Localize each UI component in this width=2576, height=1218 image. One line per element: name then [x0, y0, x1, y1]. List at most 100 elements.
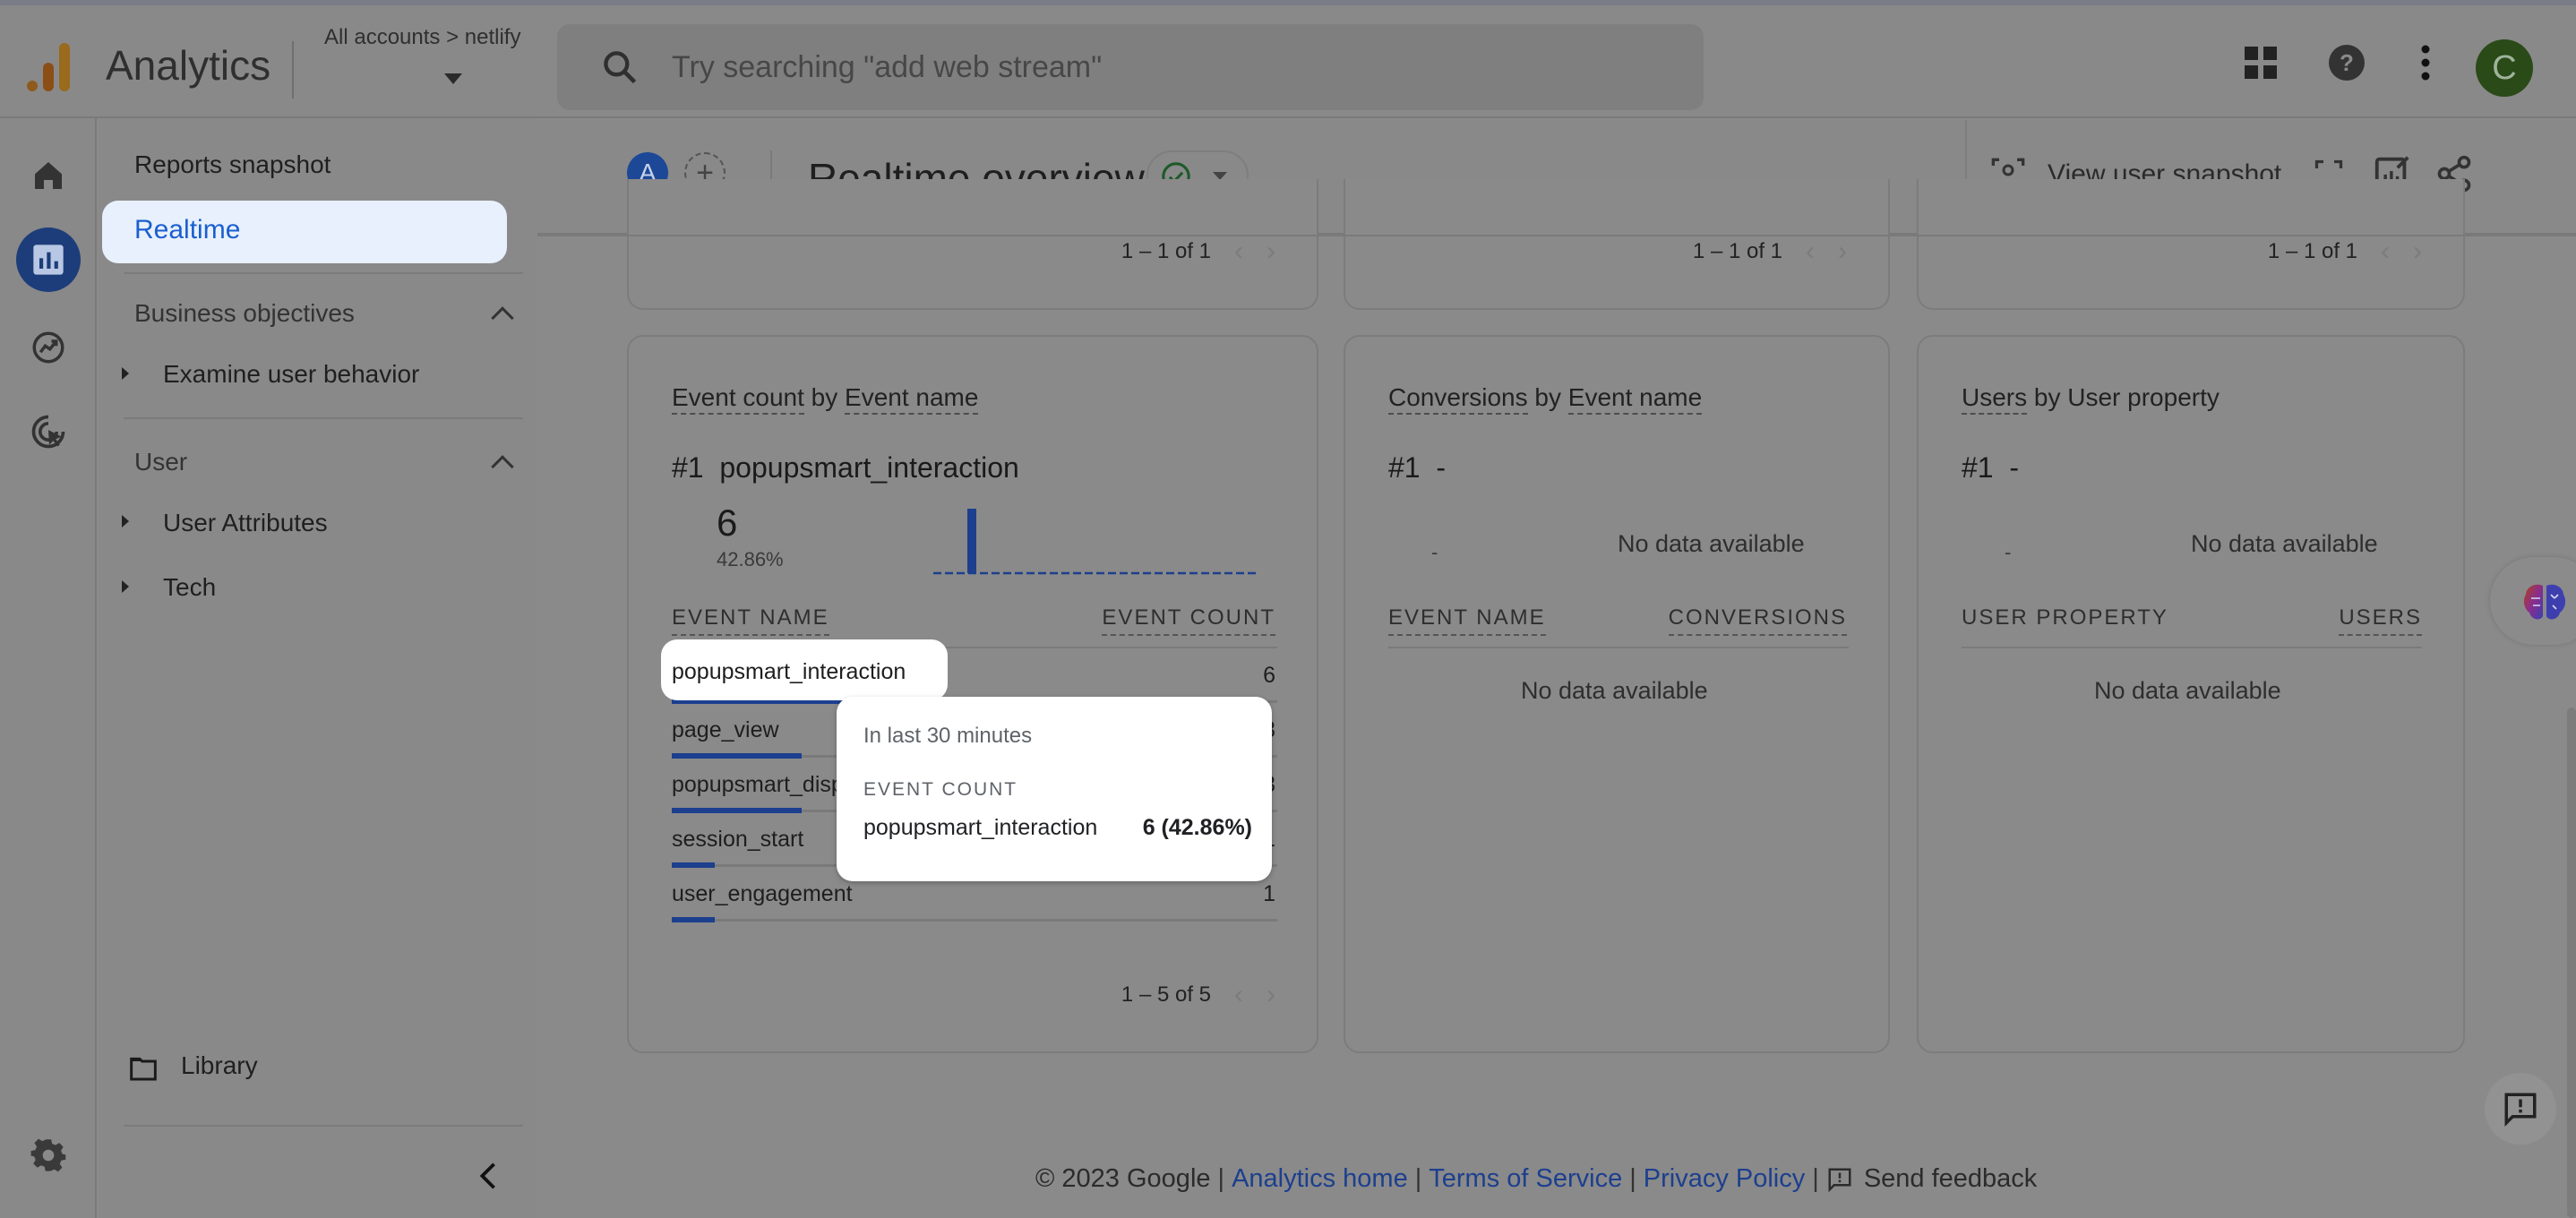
- breadcrumb-account[interactable]: netlify: [465, 25, 521, 49]
- rail-advertising[interactable]: [16, 399, 81, 464]
- search-bar[interactable]: [557, 24, 1704, 110]
- pager: 1 – 5 of 5 ‹ ›: [1121, 980, 1275, 1010]
- analytics-home-link[interactable]: Analytics home: [1232, 1164, 1408, 1194]
- top-item-value: 6: [717, 502, 738, 544]
- top-bar: Analytics All accounts > netlify ? C: [0, 5, 2576, 118]
- event-share-bar: [672, 917, 715, 922]
- help-icon[interactable]: ?: [2323, 39, 2370, 86]
- prev-page-icon[interactable]: ‹: [1234, 980, 1243, 1010]
- rail-explore[interactable]: [16, 315, 81, 380]
- title-by: by: [811, 383, 838, 411]
- chevron-up-icon[interactable]: [491, 306, 514, 330]
- card-users-by-property: Users by User property #1 - - No data av…: [1917, 335, 2465, 1053]
- reports-sidebar: Reports snapshot Realtime Business objec…: [99, 118, 537, 1218]
- breadcrumb-root[interactable]: All accounts: [324, 25, 440, 49]
- event-count-cell: 6: [1263, 663, 1275, 688]
- home-icon: [35, 162, 62, 189]
- event-tooltip: In last 30 minutes EVENT COUNT popupsmar…: [837, 697, 1272, 881]
- chart-no-data: No data available: [2191, 530, 2378, 557]
- sparkline-chart: [933, 509, 1256, 575]
- next-page-icon[interactable]: ›: [1267, 236, 1275, 267]
- prev-page-icon[interactable]: ‹: [1806, 236, 1815, 267]
- page-scrollbar[interactable]: [2567, 708, 2576, 1218]
- account-avatar[interactable]: C: [2476, 39, 2533, 97]
- event-count-cell: 1: [1263, 881, 1275, 906]
- metric-label[interactable]: Event count: [672, 383, 804, 415]
- sidebar-item-user-attributes[interactable]: User Attributes: [163, 509, 328, 537]
- table-no-data: No data available: [2094, 677, 2281, 704]
- rail-reports[interactable]: [16, 227, 81, 292]
- column-header-conversions[interactable]: CONVERSIONS: [1668, 605, 1847, 636]
- breadcrumb-separator: >: [446, 25, 459, 49]
- card-top-1: 1 – 1 of 1 ‹ ›: [627, 179, 1318, 310]
- section-user[interactable]: User: [134, 448, 187, 476]
- sparkline-bar: [967, 509, 976, 573]
- top-item-name: popupsmart_interaction: [719, 451, 1019, 484]
- sidebar-item-tech[interactable]: Tech: [163, 573, 216, 602]
- divider: [292, 41, 294, 99]
- column-header-event-count[interactable]: EVENT COUNT: [1102, 605, 1275, 636]
- metric-label[interactable]: Conversions: [1388, 383, 1528, 415]
- column-header-users[interactable]: USERS: [2339, 605, 2422, 636]
- column-header-event-name[interactable]: EVENT NAME: [672, 605, 829, 636]
- pager-label: 1 – 1 of 1: [1121, 239, 1211, 263]
- next-page-icon[interactable]: ›: [2413, 236, 2422, 267]
- explore-trend-icon: [32, 331, 64, 364]
- card-conversions: Conversions by Event name #1 - - No data…: [1344, 335, 1890, 1053]
- column-header-user-property[interactable]: USER PROPERTY: [1962, 605, 2168, 634]
- chevron-left-icon[interactable]: [477, 1161, 498, 1191]
- column-header-event-name[interactable]: EVENT NAME: [1388, 605, 1546, 636]
- dimension-label[interactable]: Event name: [1567, 383, 1703, 415]
- table-no-data: No data available: [1521, 677, 1708, 704]
- ai-assistant-button[interactable]: [2490, 557, 2576, 645]
- brain-icon: [2523, 584, 2566, 620]
- event-name-cell: page_view: [672, 717, 779, 742]
- tooltip-item-value: 6 (42.86%): [1142, 815, 1252, 840]
- table-divider: [1962, 647, 2422, 648]
- title-by: by: [2033, 383, 2061, 411]
- highlighted-row-chip[interactable]: popupsmart_interaction: [661, 639, 948, 700]
- card-title: Conversions by Event name: [1388, 383, 1703, 415]
- feedback-button[interactable]: [2485, 1073, 2556, 1145]
- copyright: © 2023 Google: [1035, 1164, 1211, 1193]
- event-name-cell: user_engagement: [672, 881, 853, 906]
- sidebar-item-library-label: Library: [181, 1051, 258, 1079]
- feedback-icon: [2504, 1093, 2537, 1127]
- sidebar-item-reports-snapshot[interactable]: Reports snapshot: [134, 150, 331, 179]
- settings-button[interactable]: [16, 1123, 81, 1188]
- apps-grid-icon[interactable]: [2237, 39, 2284, 86]
- divider: [124, 417, 523, 419]
- card-top-2: 1 – 1 of 1 ‹ ›: [1344, 179, 1890, 310]
- privacy-policy-link[interactable]: Privacy Policy: [1644, 1164, 1806, 1194]
- dimension-label[interactable]: Event name: [845, 383, 979, 415]
- next-page-icon[interactable]: ›: [1267, 980, 1275, 1010]
- event-share-bar: [672, 862, 715, 868]
- search-input[interactable]: [672, 42, 1657, 92]
- expand-arrow-icon[interactable]: [122, 367, 129, 380]
- property-dropdown-caret-icon[interactable]: [444, 73, 462, 84]
- chevron-up-icon[interactable]: [491, 455, 514, 478]
- divider: [124, 272, 523, 274]
- send-feedback-link[interactable]: Send feedback: [1826, 1164, 2037, 1194]
- metric-label[interactable]: Users: [1962, 383, 2028, 415]
- next-page-icon[interactable]: ›: [1838, 236, 1847, 267]
- account-breadcrumb[interactable]: All accounts > netlify: [324, 25, 520, 50]
- prev-page-icon[interactable]: ‹: [2381, 236, 2390, 267]
- terms-of-service-link[interactable]: Terms of Service: [1429, 1164, 1622, 1194]
- rail-home[interactable]: [16, 143, 81, 208]
- pager: 1 – 1 of 1 ‹ ›: [1121, 236, 1275, 267]
- svg-text:?: ?: [2340, 49, 2354, 76]
- card-top-3: 1 – 1 of 1 ‹ ›: [1917, 179, 2465, 310]
- section-business-objectives[interactable]: Business objectives: [134, 299, 355, 328]
- analytics-logo-icon: [27, 43, 70, 91]
- tooltip-metric: EVENT COUNT: [863, 779, 1018, 800]
- expand-arrow-icon[interactable]: [122, 515, 129, 528]
- prev-page-icon[interactable]: ‹: [1234, 236, 1243, 267]
- more-vert-icon[interactable]: [2402, 39, 2449, 86]
- sidebar-item-realtime[interactable]: Realtime: [102, 201, 507, 263]
- bar-chart-icon: [33, 244, 64, 275]
- dimension-label[interactable]: User property: [2067, 383, 2220, 411]
- expand-arrow-icon[interactable]: [122, 580, 129, 593]
- sidebar-item-examine-user-behavior[interactable]: Examine user behavior: [163, 360, 419, 389]
- event-share-track: [672, 919, 1277, 922]
